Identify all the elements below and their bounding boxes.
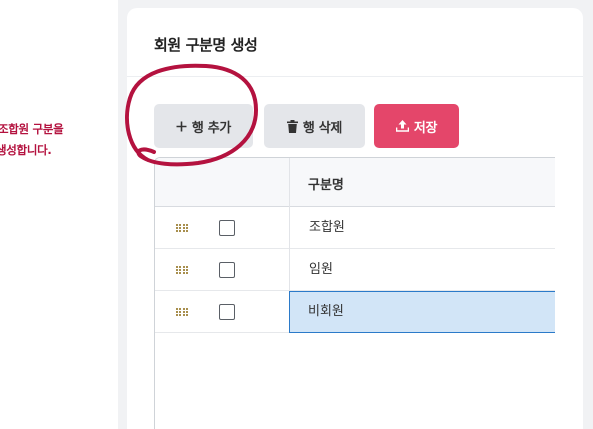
drag-handle-icon[interactable] [176, 224, 188, 233]
drag-handle-icon[interactable] [176, 266, 188, 275]
page-title: 회원 구분명 생성 [154, 36, 258, 54]
column-header-name[interactable]: 구분명 [308, 174, 344, 193]
row-checkbox[interactable] [219, 262, 235, 278]
plus-icon [176, 121, 187, 132]
table-row[interactable]: 임원 [155, 249, 555, 291]
category-name-cell[interactable]: 임원 [289, 249, 555, 291]
save-button[interactable]: 저장 [374, 104, 459, 148]
drag-handle-icon[interactable] [176, 308, 188, 317]
header-divider [289, 158, 290, 207]
save-label: 저장 [413, 120, 438, 136]
annotation-line-1: 조합원 구분을 [0, 122, 64, 136]
grid-header: 구분명 [155, 158, 555, 207]
add-row-button[interactable]: 행 추가 [154, 104, 253, 148]
member-category-card: 회원 구분명 생성 행 추가 행 삭제 저장 구분명 조합원 임원 비회원 [127, 8, 583, 429]
annotation-note: 조합원 구분을 생성합니다. [0, 119, 110, 161]
row-checkbox[interactable] [219, 304, 235, 320]
delete-row-label: 행 삭제 [302, 120, 343, 136]
category-grid: 구분명 조합원 임원 비회원 [154, 157, 555, 429]
delete-row-button[interactable]: 행 삭제 [264, 104, 365, 148]
annotation-line-2: 생성합니다. [0, 143, 52, 157]
trash-icon [286, 119, 298, 133]
table-row[interactable]: 조합원 [155, 207, 555, 249]
category-name-cell[interactable]: 조합원 [289, 207, 555, 249]
add-row-label: 행 추가 [191, 120, 232, 136]
row-checkbox[interactable] [219, 220, 235, 236]
card-header: 회원 구분명 생성 [127, 8, 583, 77]
upload-icon [395, 120, 409, 132]
category-name-cell-selected[interactable]: 비회원 [289, 291, 555, 333]
table-row[interactable]: 비회원 [155, 291, 555, 333]
